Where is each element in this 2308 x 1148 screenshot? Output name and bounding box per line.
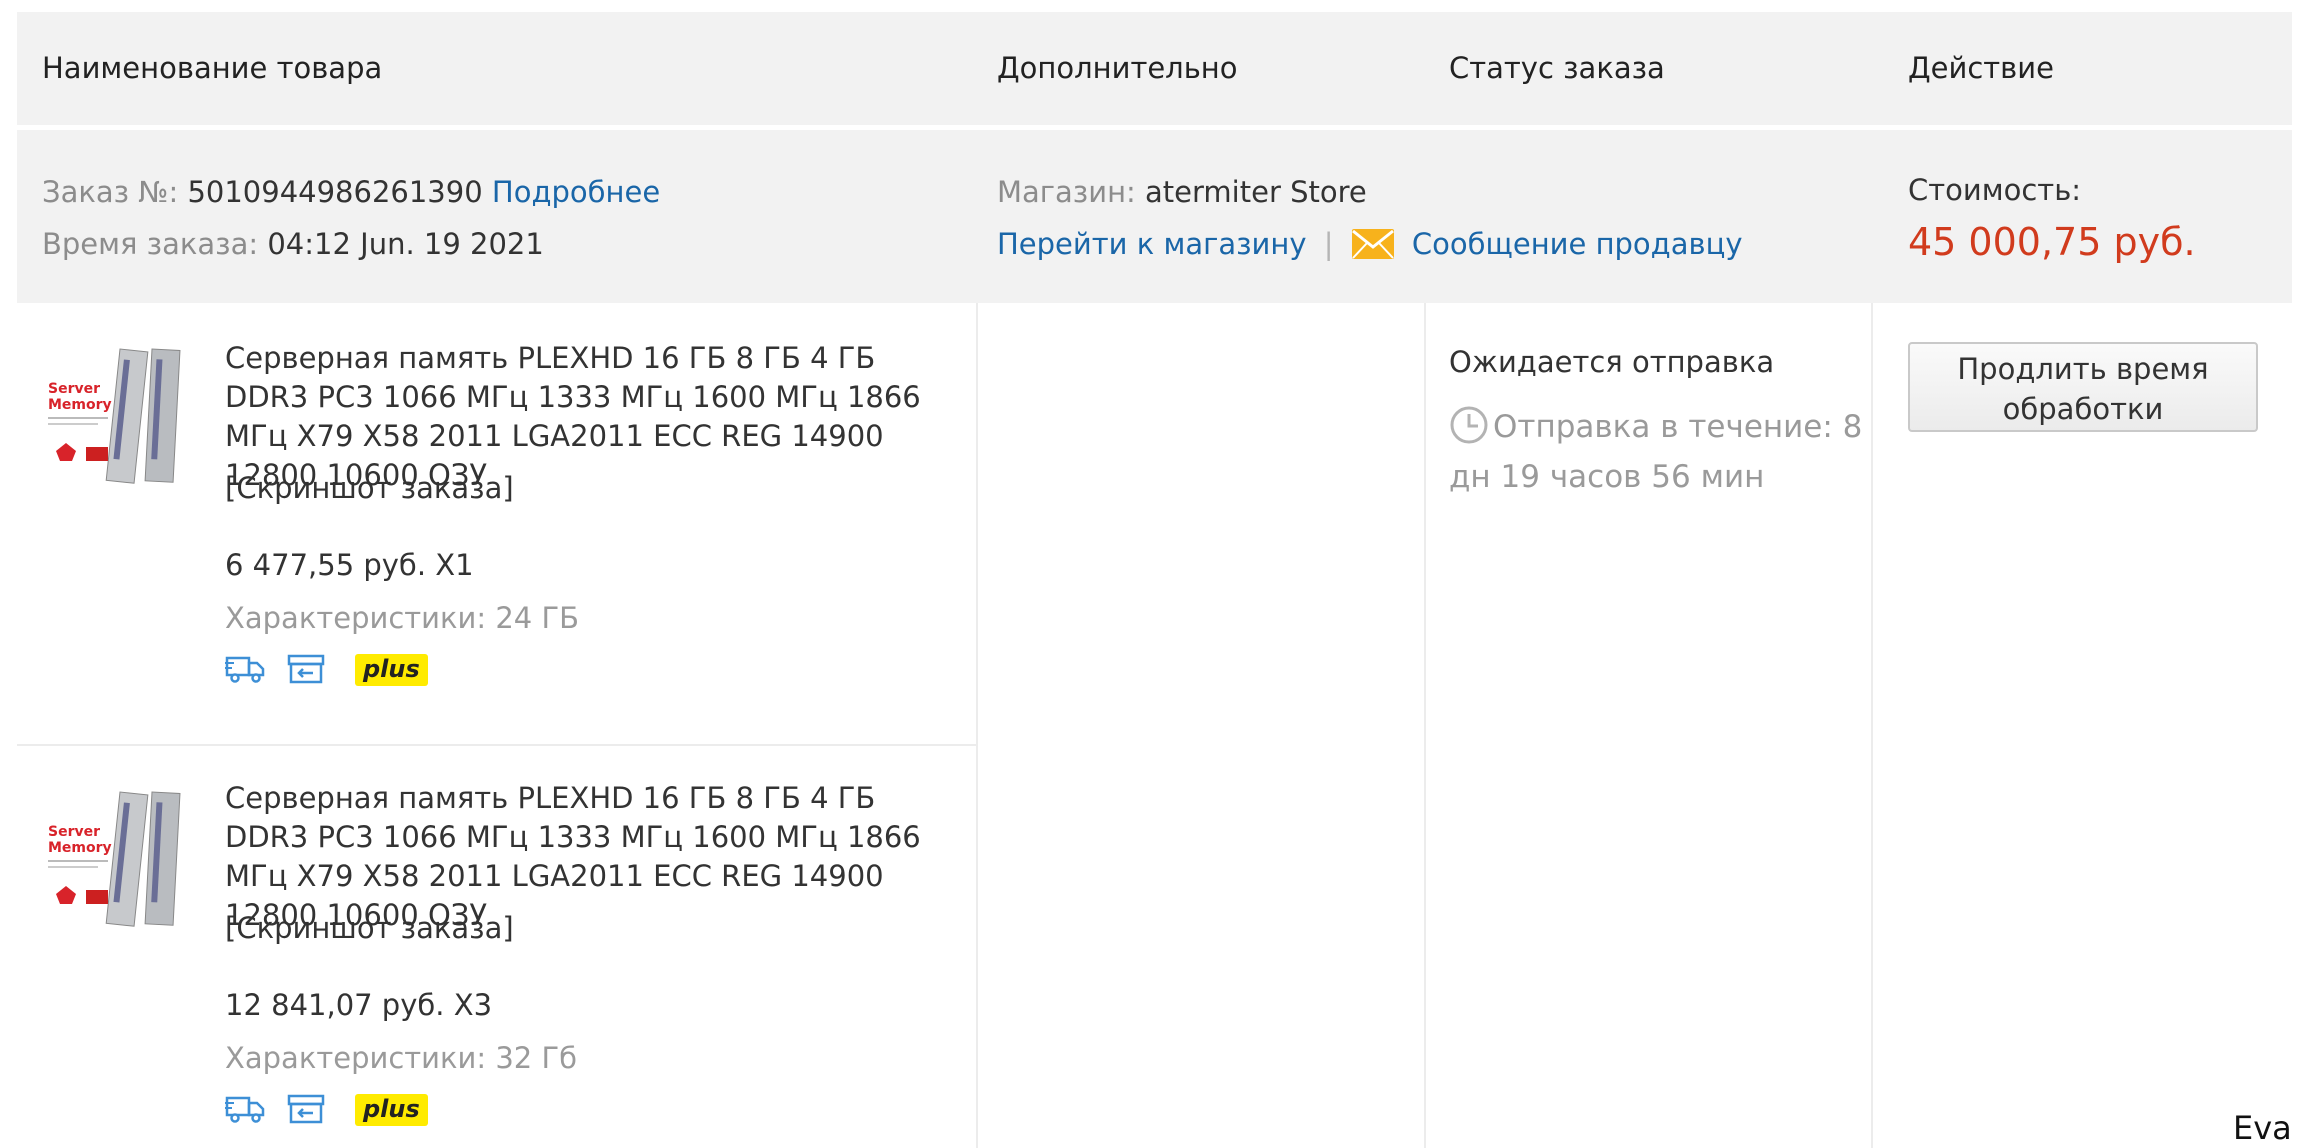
- extend-processing-time-button[interactable]: Продлить время обработки: [1908, 342, 2258, 432]
- order-number-line: Заказ №: 5010944986261390 Подробнее: [42, 172, 660, 212]
- svg-text:Memory: Memory: [48, 840, 112, 856]
- message-seller-link[interactable]: Сообщение продавцу: [1412, 227, 1743, 261]
- link-separator: |: [1323, 227, 1334, 261]
- cost-label: Стоимость:: [1908, 173, 2082, 207]
- order-number-label: Заказ №:: [42, 175, 179, 209]
- table-header: Наименование товара Дополнительно Статус…: [17, 12, 2292, 125]
- delivery-truck-icon: [225, 652, 267, 688]
- envelope-icon[interactable]: [1351, 228, 1395, 270]
- product-service-icons: plus: [225, 1090, 428, 1130]
- header-product-name: Наименование товара: [42, 51, 383, 85]
- store-label: Магазин:: [997, 175, 1136, 209]
- clock-icon: [1449, 405, 1489, 456]
- order-time-line: Время заказа: 04:12 Jun. 19 2021: [42, 224, 544, 264]
- order-time-label: Время заказа:: [42, 227, 259, 261]
- product-service-icons: plus: [225, 650, 428, 690]
- order-details-link[interactable]: Подробнее: [492, 175, 660, 209]
- plus-badge: plus: [355, 654, 428, 686]
- header-order-status: Статус заказа: [1449, 51, 1665, 85]
- product-spec: Характеристики: 32 Гб: [225, 1041, 578, 1075]
- order-total-price: 45 000,75 руб.: [1908, 220, 2196, 264]
- product-item: Server Memory Серверная память PLEXHD 16…: [17, 303, 969, 744]
- order-snapshot-link[interactable]: [Скриншот заказа]: [225, 909, 514, 948]
- header-action: Действие: [1908, 51, 2054, 85]
- go-to-store-link[interactable]: Перейти к магазину: [997, 227, 1306, 261]
- store-line: Магазин: atermiter Store: [997, 172, 1367, 212]
- shipping-countdown-text: Отправка в течение: 8 дн 19 часов 56 мин: [1449, 409, 1863, 495]
- store-links-line: Перейти к магазину | Сообщение продавцу: [997, 224, 1743, 270]
- order-number: 5010944986261390: [187, 175, 483, 209]
- shipping-countdown: Отправка в течение: 8 дн 19 часов 56 мин: [1449, 405, 1869, 498]
- order-summary: Заказ №: 5010944986261390 Подробнее Врем…: [17, 130, 2292, 303]
- return-box-icon: [287, 1092, 325, 1128]
- product-price-qty: 12 841,07 руб. X3: [225, 988, 493, 1022]
- svg-text:Server: Server: [48, 824, 100, 840]
- svg-text:Memory: Memory: [48, 397, 112, 413]
- column-divider: [1871, 303, 1873, 1148]
- order-status: Ожидается отправка: [1449, 345, 1775, 379]
- plus-badge: plus: [355, 1094, 428, 1126]
- product-thumbnail[interactable]: Server Memory: [42, 343, 207, 493]
- product-thumbnail[interactable]: Server Memory: [42, 786, 207, 936]
- header-extra: Дополнительно: [997, 51, 1238, 85]
- product-item: Server Memory Серверная память PLEXHD 16…: [17, 744, 969, 1148]
- column-divider: [976, 303, 978, 1148]
- watermark-signature: Eva: [2233, 1109, 2292, 1147]
- delivery-truck-icon: [225, 1092, 267, 1128]
- store-name: atermiter Store: [1145, 175, 1367, 209]
- return-box-icon: [287, 652, 325, 688]
- column-divider: [1424, 303, 1426, 1148]
- order-snapshot-link[interactable]: [Скриншот заказа]: [225, 469, 514, 508]
- order-time: 04:12 Jun. 19 2021: [267, 227, 544, 261]
- product-spec: Характеристики: 24 ГБ: [225, 601, 580, 635]
- svg-text:Server: Server: [48, 381, 100, 397]
- product-price-qty: 6 477,55 руб. X1: [225, 548, 474, 582]
